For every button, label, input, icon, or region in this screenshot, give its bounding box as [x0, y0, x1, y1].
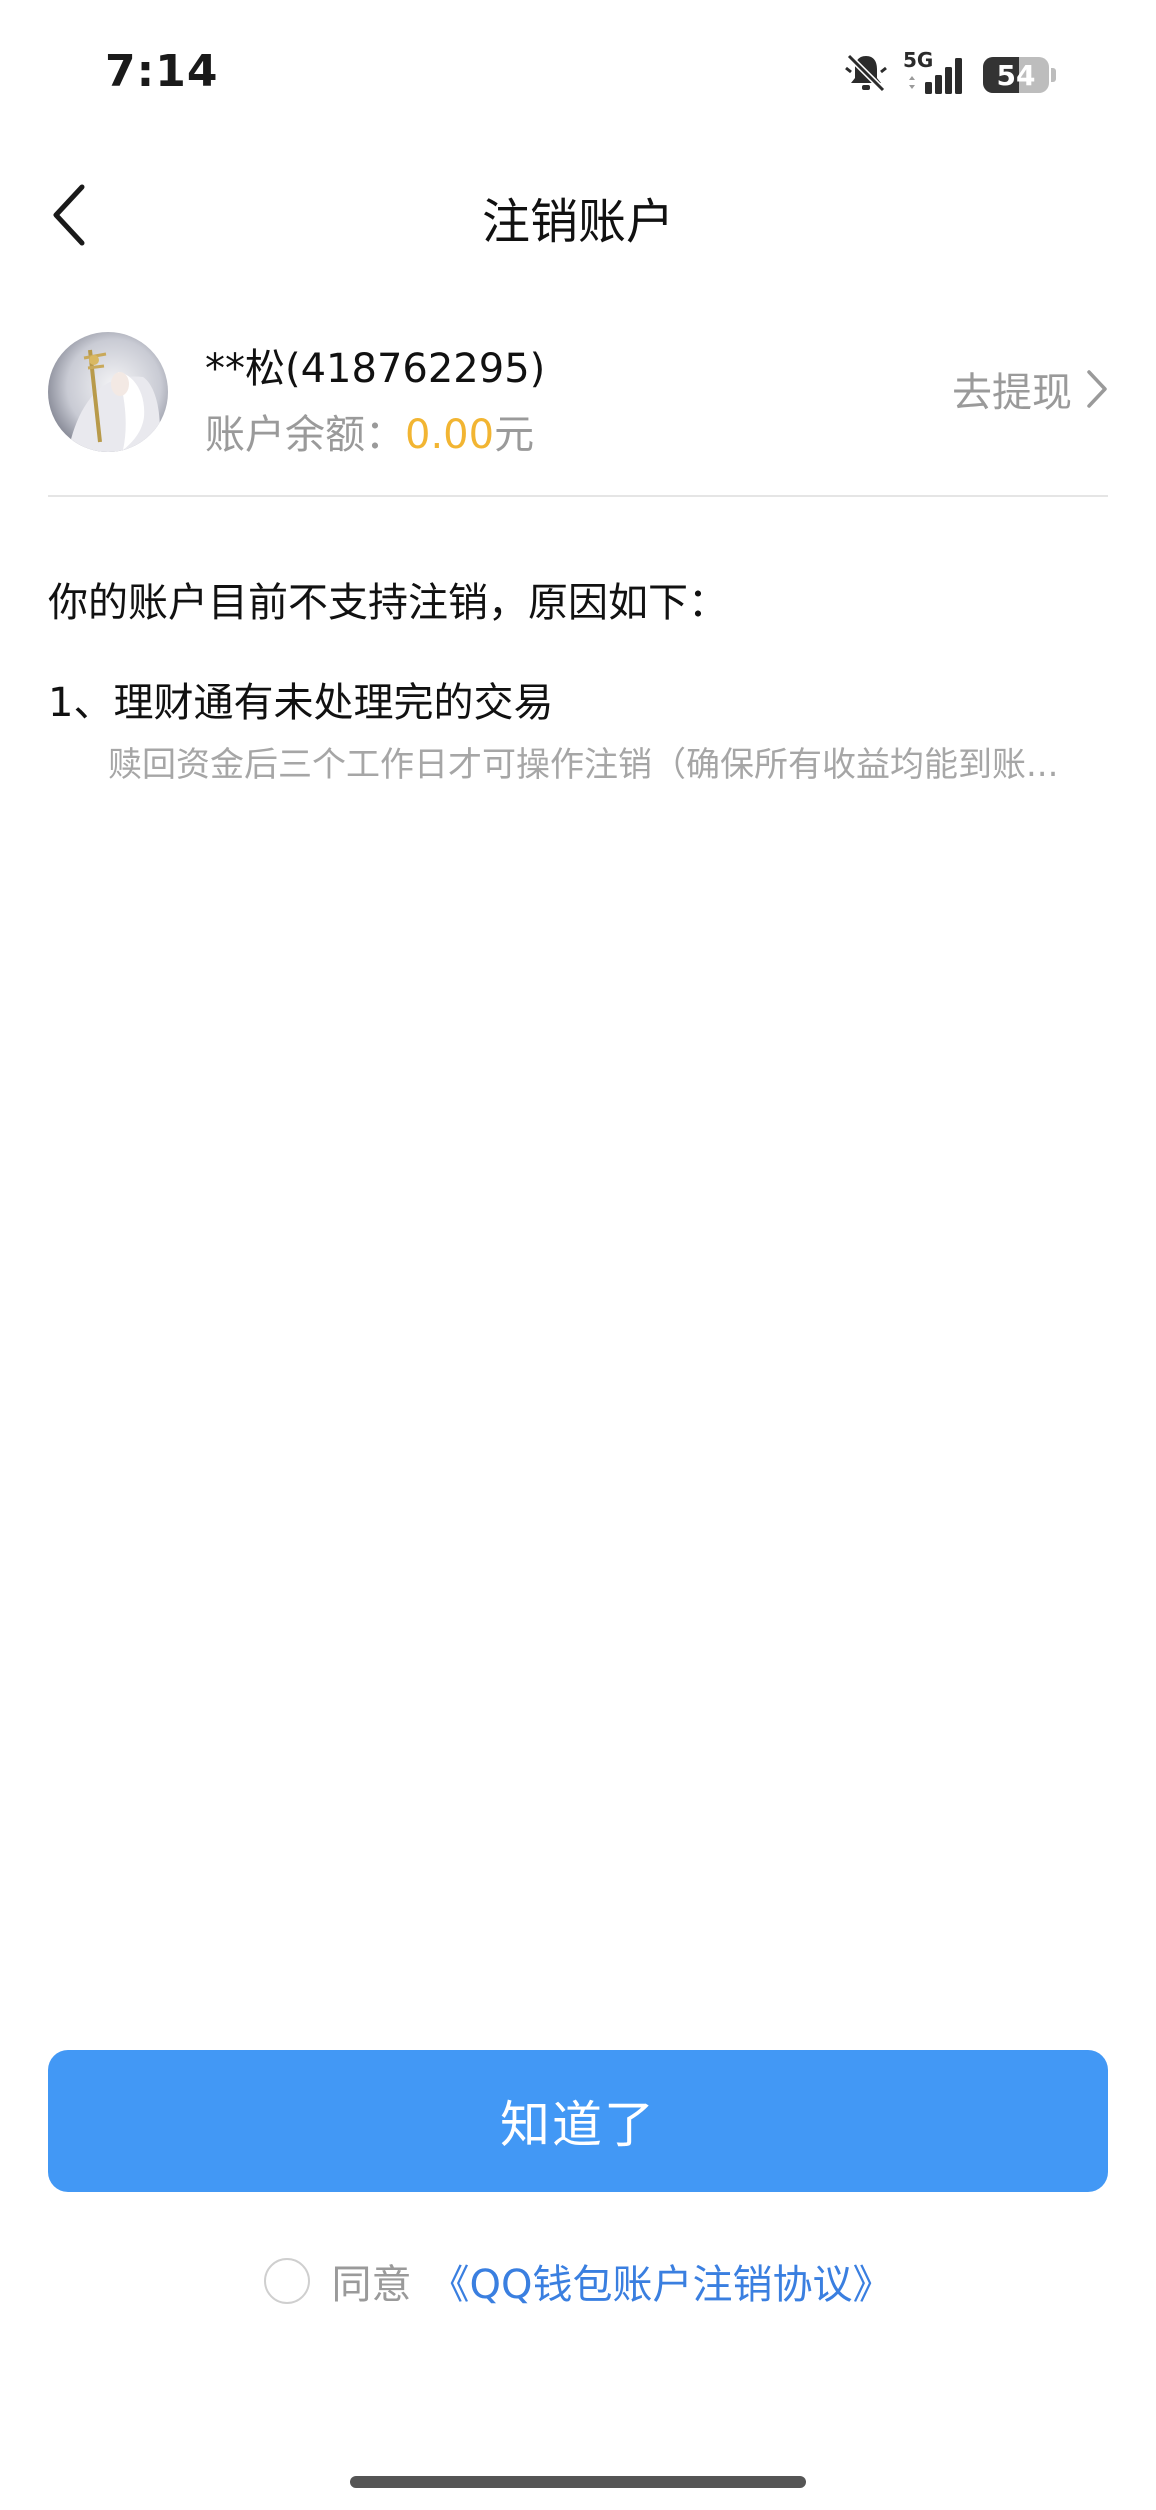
status-icons: 5G 54: [843, 48, 1056, 100]
account-balance: 账户余额：0.00元: [205, 402, 534, 460]
balance-label: 账户余额：: [205, 412, 405, 458]
page-title: 注销账户: [481, 194, 674, 250]
agreement-link[interactable]: 《QQ钱包账户注销协议》: [430, 2252, 893, 2310]
mute-bell-icon: [843, 50, 889, 100]
withdraw-link[interactable]: 去提现: [952, 360, 1108, 418]
avatar: [48, 332, 168, 452]
agree-label: 同意: [331, 2262, 412, 2308]
account-row: **松(418762295) 账户余额：0.00元 去提现: [48, 330, 1108, 497]
nav-bar: 注销账户: [0, 160, 1156, 270]
battery-tip: [1051, 68, 1056, 82]
balance-value: 0.00: [405, 412, 495, 458]
chevron-right-icon: [1087, 370, 1107, 408]
reason-heading: 你的账户目前不支持注销，原因如下：: [48, 580, 728, 626]
status-time: 7:14: [105, 46, 219, 97]
signal-icon: 5G: [903, 48, 969, 98]
reason-item-title: 1、理财通有未处理完的交易: [48, 680, 554, 726]
balance-unit: 元: [494, 412, 535, 458]
reason-item-description: 赎回资金后三个工作日才可操作注销（确保所有收益均能到账...: [108, 745, 1059, 785]
account-name: **松(418762295): [205, 346, 546, 392]
home-indicator[interactable]: [350, 2476, 806, 2488]
confirm-button[interactable]: 知道了: [48, 2050, 1108, 2192]
withdraw-label: 去提现: [952, 370, 1072, 416]
status-bar: 7:14 5G 54: [0, 0, 1156, 150]
agreement-row: 同意 《QQ钱包账户注销协议》: [0, 2252, 1156, 2310]
battery-percent: 54: [996, 58, 1036, 92]
agree-checkbox[interactable]: [263, 2258, 310, 2304]
battery-icon: 54: [983, 57, 1049, 93]
